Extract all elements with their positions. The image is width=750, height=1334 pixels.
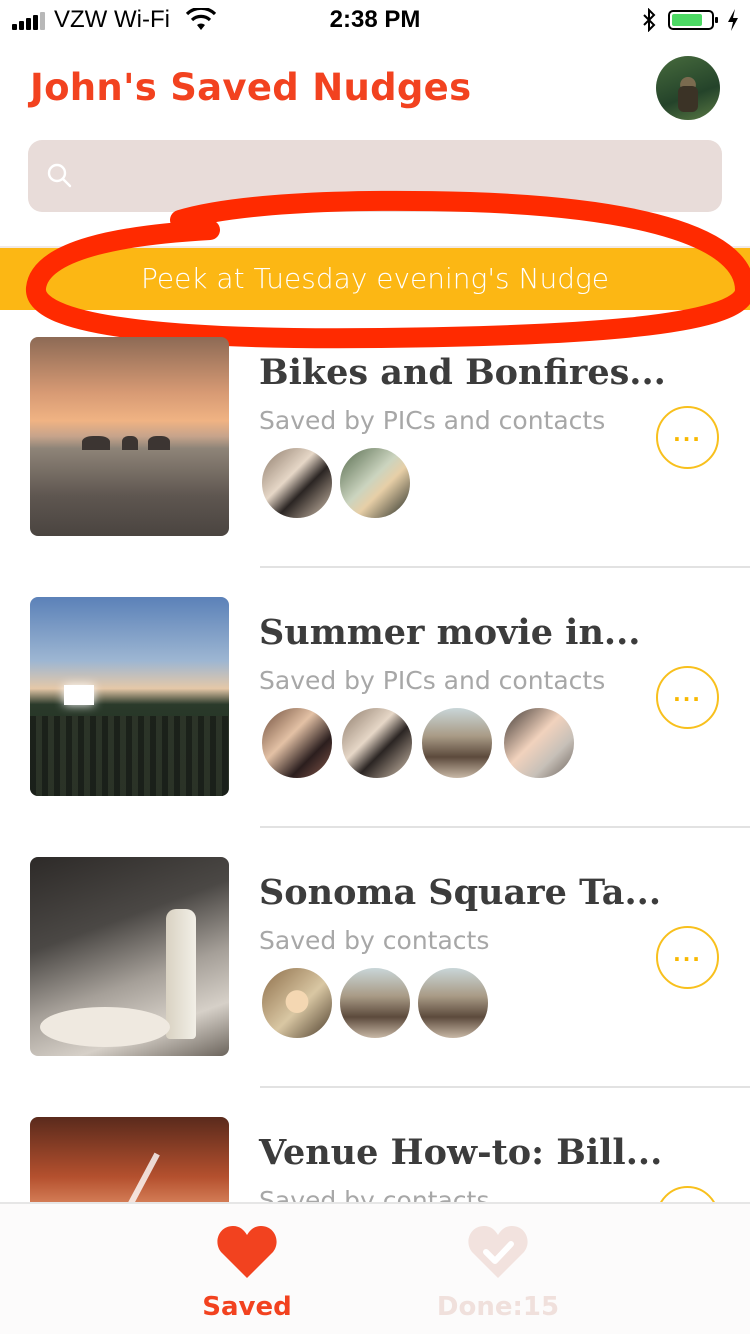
contact-avatar[interactable] <box>338 446 412 520</box>
page-title: John's Saved Nudges <box>30 66 472 109</box>
more-options-button[interactable]: ... <box>656 1186 719 1202</box>
ellipsis-icon: ... <box>673 422 702 446</box>
more-options-button[interactable]: ... <box>656 406 719 469</box>
heart-check-icon <box>468 1226 528 1278</box>
nudge-saved-by: Saved by PICs and contacts <box>259 666 606 695</box>
nudge-saved-by: Saved by PICs and contacts <box>259 406 606 435</box>
ellipsis-icon: ... <box>673 942 702 966</box>
more-options-button[interactable]: ... <box>656 926 719 989</box>
profile-avatar[interactable] <box>656 56 720 120</box>
nudge-title[interactable]: Summer movie in... <box>259 612 640 653</box>
status-bar: VZW Wi-Fi 2:38 PM <box>0 0 750 40</box>
bluetooth-icon <box>643 8 656 32</box>
heart-icon <box>217 1226 277 1278</box>
peek-nudge-banner[interactable]: Peek at Tuesday evening's Nudge <box>0 246 750 310</box>
list-item[interactable]: Venue How-to: Bill... Saved by contacts … <box>0 1090 750 1202</box>
tab-done[interactable]: Done:15 <box>398 1204 598 1334</box>
nudge-title[interactable]: Venue How-to: Bill... <box>259 1132 662 1173</box>
tab-saved[interactable]: Saved <box>147 1204 347 1334</box>
divider <box>260 1086 750 1088</box>
status-time: 2:38 PM <box>329 6 421 33</box>
contact-avatar[interactable] <box>416 966 490 1040</box>
search-icon <box>47 163 72 188</box>
tab-saved-label: Saved <box>202 1292 292 1322</box>
nudge-title[interactable]: Bikes and Bonfires... <box>259 352 666 393</box>
ellipsis-icon: ... <box>673 682 702 706</box>
nudge-saved-by: Saved by contacts <box>259 1186 490 1202</box>
nudge-thumbnail[interactable] <box>30 337 229 536</box>
nudge-thumbnail[interactable] <box>30 1117 229 1202</box>
search-input[interactable] <box>28 140 722 212</box>
peek-nudge-label: Peek at Tuesday evening's Nudge <box>140 262 610 295</box>
contact-avatar[interactable] <box>260 966 334 1040</box>
tab-done-label: Done:15 <box>436 1292 560 1322</box>
divider <box>260 566 750 568</box>
list-item[interactable]: Bikes and Bonfires... Saved by PICs and … <box>0 310 750 570</box>
nudge-title[interactable]: Sonoma Square Ta... <box>259 872 661 913</box>
contact-avatar[interactable] <box>420 706 494 780</box>
tab-bar: Saved Done:15 <box>0 1202 750 1334</box>
nudge-thumbnail[interactable] <box>30 597 229 796</box>
more-options-button[interactable]: ... <box>656 666 719 729</box>
battery-icon <box>668 10 718 30</box>
list-item[interactable]: Summer movie in... Saved by PICs and con… <box>0 570 750 830</box>
contact-avatar[interactable] <box>502 706 576 780</box>
contact-avatar[interactable] <box>260 446 334 520</box>
list-item[interactable]: Sonoma Square Ta... Saved by contacts ..… <box>0 830 750 1090</box>
contact-avatar[interactable] <box>338 966 412 1040</box>
nudge-thumbnail[interactable] <box>30 857 229 1056</box>
contact-avatar[interactable] <box>260 706 334 780</box>
saved-nudges-list[interactable]: Bikes and Bonfires... Saved by PICs and … <box>0 310 750 1202</box>
charging-icon <box>728 9 738 31</box>
contact-avatar[interactable] <box>340 706 414 780</box>
divider <box>260 826 750 828</box>
nudge-saved-by: Saved by contacts <box>259 926 490 955</box>
